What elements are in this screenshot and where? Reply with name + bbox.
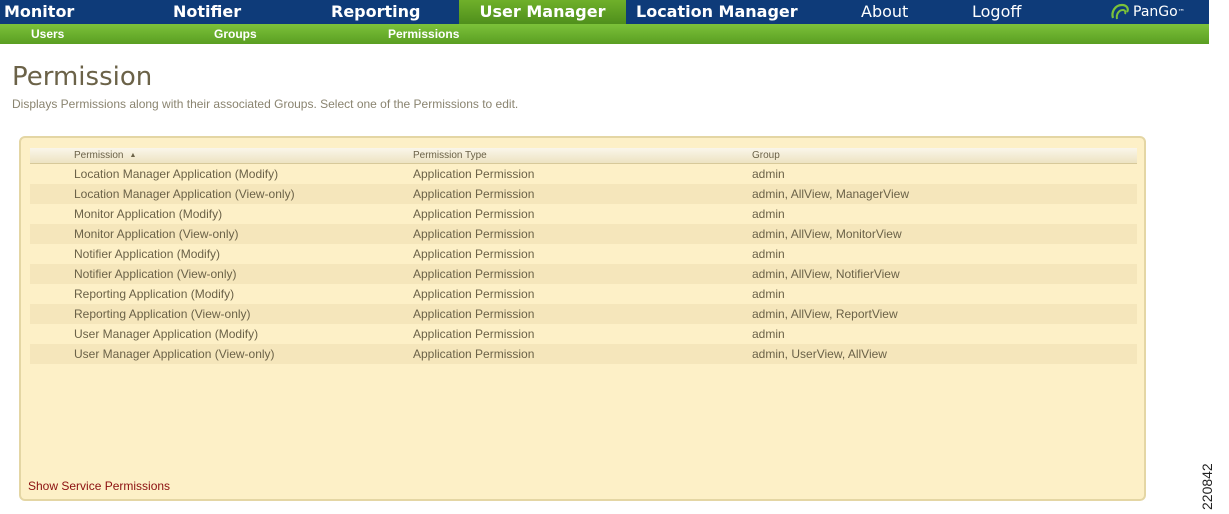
page-description: Displays Permissions along with their as… <box>12 97 519 111</box>
tab-notifier[interactable]: Notifier <box>173 0 241 24</box>
page-title: Permission <box>12 62 153 92</box>
pango-swirl-icon <box>1111 3 1129 20</box>
table-row[interactable]: User Manager Application (Modify) Applic… <box>30 324 1137 344</box>
permission-cell: Location Manager Application (View-only) <box>74 187 295 201</box>
permission-cell: User Manager Application (View-only) <box>74 347 275 361</box>
sort-ascending-icon: ▲ <box>129 152 137 159</box>
table-row[interactable]: Monitor Application (Modify) Application… <box>30 204 1137 224</box>
table-row[interactable]: Location Manager Application (View-only)… <box>30 184 1137 204</box>
group-cell: admin <box>752 207 785 221</box>
column-header-group[interactable]: Group <box>752 148 780 164</box>
permission-cell: Monitor Application (View-only) <box>74 227 239 241</box>
table-row[interactable]: Monitor Application (View-only) Applicat… <box>30 224 1137 244</box>
grid-header: Permission ▲ Permission Type Group <box>30 148 1137 164</box>
tab-logoff[interactable]: Logoff <box>972 0 1021 24</box>
logo-text: PanGo <box>1133 4 1178 20</box>
permission-type-cell: Application Permission <box>413 327 535 341</box>
tab-user-manager[interactable]: User Manager <box>459 0 626 24</box>
permission-type-cell: Application Permission <box>413 247 535 261</box>
group-cell: admin <box>752 327 785 341</box>
group-cell: admin, AllView, NotifierView <box>752 267 900 281</box>
tab-reporting[interactable]: Reporting <box>331 0 420 24</box>
group-cell: admin <box>752 287 785 301</box>
subnav-groups[interactable]: Groups <box>214 24 257 44</box>
permission-type-cell: Application Permission <box>413 207 535 221</box>
permission-cell: Reporting Application (Modify) <box>74 287 235 301</box>
tab-monitor[interactable]: Monitor <box>4 0 74 24</box>
table-row[interactable]: Reporting Application (Modify) Applicati… <box>30 284 1137 304</box>
logo-trademark: ™ <box>1177 8 1185 16</box>
tab-about[interactable]: About <box>861 0 908 24</box>
column-header-permission-type[interactable]: Permission Type <box>413 148 487 164</box>
table-row[interactable]: Reporting Application (View-only) Applic… <box>30 304 1137 324</box>
permission-cell: Notifier Application (Modify) <box>74 247 221 261</box>
pango-logo: PanGo ™ <box>1109 0 1209 24</box>
show-service-permissions-link[interactable]: Show Service Permissions <box>28 479 170 493</box>
permissions-grid: Permission ▲ Permission Type Group Locati… <box>30 148 1137 364</box>
permission-cell: Monitor Application (Modify) <box>74 207 223 221</box>
tab-location-manager[interactable]: Location Manager <box>636 0 798 24</box>
group-cell: admin <box>752 247 785 261</box>
permission-cell: Reporting Application (View-only) <box>74 307 251 321</box>
permission-type-cell: Application Permission <box>413 187 535 201</box>
group-cell: admin, UserView, AllView <box>752 347 887 361</box>
sub-navigation: Users Groups Permissions <box>0 24 1209 44</box>
permissions-panel: Permission ▲ Permission Type Group Locati… <box>19 136 1146 501</box>
permission-type-cell: Application Permission <box>413 267 535 281</box>
group-cell: admin, AllView, MonitorView <box>752 227 902 241</box>
permission-type-cell: Application Permission <box>413 307 535 321</box>
figure-id: 220842 <box>1199 463 1215 510</box>
group-cell: admin <box>752 167 785 181</box>
table-row[interactable]: Location Manager Application (Modify) Ap… <box>30 164 1137 184</box>
table-row[interactable]: User Manager Application (View-only) App… <box>30 344 1137 364</box>
group-cell: admin, AllView, ManagerView <box>752 187 909 201</box>
permission-cell: Location Manager Application (Modify) <box>74 167 279 181</box>
permission-type-cell: Application Permission <box>413 167 535 181</box>
subnav-users[interactable]: Users <box>31 24 64 44</box>
top-navigation: Monitor Notifier Reporting User Manager … <box>0 0 1209 24</box>
column-header-permission-label: Permission <box>74 150 124 161</box>
group-cell: admin, AllView, ReportView <box>752 307 898 321</box>
column-header-permission[interactable]: Permission ▲ <box>74 148 136 164</box>
table-row[interactable]: Notifier Application (Modify) Applicatio… <box>30 244 1137 264</box>
permission-type-cell: Application Permission <box>413 347 535 361</box>
subnav-permissions[interactable]: Permissions <box>388 24 459 44</box>
permission-cell: Notifier Application (View-only) <box>74 267 237 281</box>
permission-type-cell: Application Permission <box>413 287 535 301</box>
permission-cell: User Manager Application (Modify) <box>74 327 259 341</box>
permission-type-cell: Application Permission <box>413 227 535 241</box>
table-row[interactable]: Notifier Application (View-only) Applica… <box>30 264 1137 284</box>
